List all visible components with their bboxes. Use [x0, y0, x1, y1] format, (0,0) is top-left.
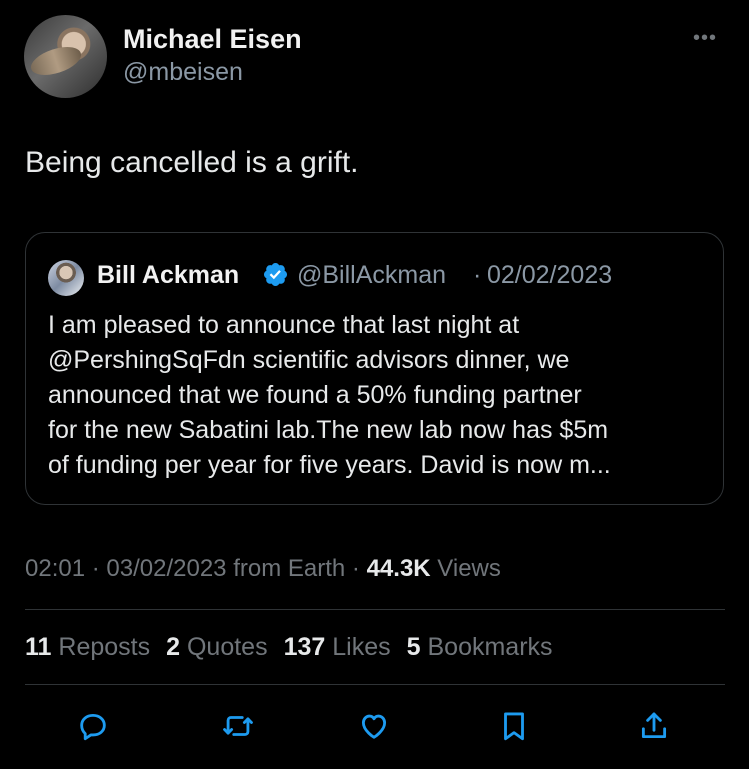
meta-separator: · [351, 555, 360, 582]
quoted-text-line: for the new Sabatini lab.The new lab now… [48, 416, 609, 444]
quoted-text-line: announced that we found a 50% funding pa… [48, 381, 582, 409]
reposts-label: Reposts [58, 633, 151, 661]
quotes-label: Quotes [186, 633, 268, 661]
quoted-author-avatar[interactable] [48, 260, 84, 296]
quoted-author-name: Bill Ackman [97, 261, 240, 289]
bookmark-button[interactable] [494, 706, 534, 746]
author-handle[interactable]: @mbeisen [123, 58, 243, 87]
quoted-text: I am pleased to announce that last night… [48, 308, 713, 483]
quoted-separator: · [473, 261, 482, 289]
bookmark-icon [504, 712, 524, 741]
likes-count: 137 [283, 633, 326, 661]
quotes-stat[interactable]: 2 Quotes [166, 633, 267, 661]
likes-stat[interactable]: 137 Likes [284, 633, 391, 661]
like-button[interactable] [354, 706, 394, 746]
meta-separator: · [91, 555, 100, 582]
likes-label: Likes [332, 633, 391, 661]
bookmarks-count: 5 [406, 633, 421, 661]
like-icon [361, 714, 387, 739]
author-name[interactable]: Michael Eisen [123, 24, 302, 55]
repost-icon [223, 716, 253, 736]
share-button[interactable] [634, 706, 674, 746]
quoted-text-line: I am pleased to announce that last night… [48, 311, 520, 339]
reply-icon [80, 713, 106, 741]
reply-button[interactable] [73, 706, 113, 746]
quoted-text-line: @PershingSqFdn scientific advisors dinne… [48, 346, 570, 374]
post-source: from Earth [233, 555, 346, 582]
post-meta: 02:01 · 03/02/2023 from Earth · 44.3K Vi… [25, 555, 501, 583]
quoted-date: 02/02/2023 [487, 261, 613, 289]
post-date[interactable]: 03/02/2023 [106, 555, 226, 582]
views-label: Views [437, 555, 501, 582]
bookmarks-label: Bookmarks [427, 633, 553, 661]
post-time[interactable]: 02:01 [25, 555, 85, 582]
post-stats: 11 Reposts 2 Quotes 137 Likes 5 Bookmarks [25, 633, 553, 662]
post-text: Being cancelled is a grift. [25, 146, 359, 179]
bookmarks-stat[interactable]: 5 Bookmarks [407, 633, 553, 661]
divider [25, 684, 725, 685]
avatar-photo-detail [27, 41, 85, 81]
divider [25, 609, 725, 610]
quotes-count: 2 [166, 633, 181, 661]
reposts-count: 11 [25, 633, 52, 661]
views-count: 44.3K [366, 555, 431, 582]
reposts-stat[interactable]: 11 Reposts [25, 633, 150, 661]
quoted-author-handle: @BillAckman [297, 261, 447, 289]
share-icon [641, 712, 667, 739]
more-icon[interactable]: ••• [693, 27, 717, 50]
verified-badge-icon [263, 262, 288, 287]
repost-button[interactable] [218, 706, 258, 746]
author-avatar[interactable] [24, 15, 107, 98]
quoted-text-line: of funding per year for five years. Davi… [48, 451, 611, 479]
